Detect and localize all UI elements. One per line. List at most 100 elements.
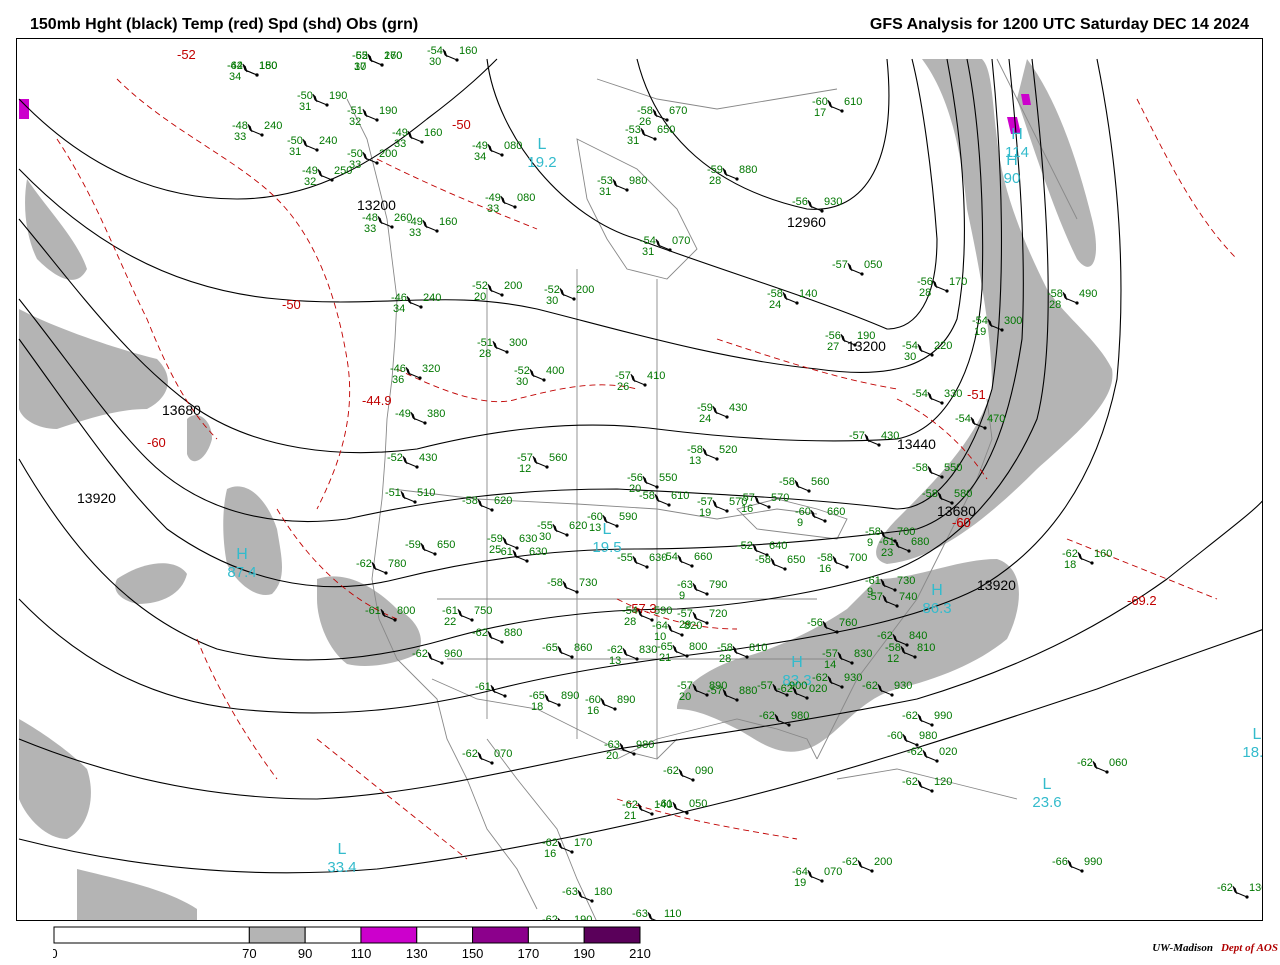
height-label: 13920: [977, 577, 1016, 593]
wind-barb: [647, 911, 657, 920]
obs-temperature: -62: [462, 748, 478, 760]
legend-bin: [472, 926, 529, 944]
station-observation: -49 08034: [472, 140, 522, 163]
obs-height: 980: [636, 739, 654, 751]
obs-height: 660: [827, 506, 845, 518]
wind-barb: [902, 733, 918, 746]
obs-height: 190: [574, 914, 592, 921]
wind-barb: [847, 262, 863, 275]
obs-temperature: -54: [912, 388, 928, 400]
credit-dept: Dept of AOS: [1220, 942, 1278, 954]
obs-dewpoint-depression: 28: [479, 348, 491, 360]
obs-height: 610: [671, 490, 689, 502]
legend-tick-label: 190: [573, 946, 595, 960]
station-observation: -63 98020: [604, 739, 654, 762]
height-label: 12960: [787, 214, 826, 230]
wind-barb: [917, 713, 933, 726]
wind-barb: [317, 168, 333, 181]
station-observation: -60 59013: [587, 511, 637, 534]
wind-barb: [406, 295, 422, 308]
station-observation: -54 330: [912, 388, 962, 405]
obs-dewpoint-depression: 21: [659, 652, 671, 664]
obs-temperature: -52: [737, 540, 753, 552]
obs-height: 930: [894, 680, 912, 692]
station-observation: -64 82010: [652, 620, 702, 643]
station-observation: -51 30028: [477, 337, 527, 360]
obs-height: 070: [824, 866, 842, 878]
wind-barb: [807, 869, 823, 882]
obs-height: 650: [787, 554, 805, 566]
wind-barb: [917, 779, 933, 792]
station-observation: -57 430: [849, 430, 899, 447]
station-observation: -62 83013: [607, 644, 657, 667]
station-observation: -62 200: [842, 856, 892, 873]
wind-barb: [637, 802, 653, 815]
obs-height: 510: [417, 487, 435, 499]
obs-temperature: -57: [867, 591, 883, 603]
wind-barb: [622, 647, 638, 660]
obs-height: 780: [388, 558, 406, 570]
obs-temperature: -62: [542, 914, 558, 921]
station-observation: -62 190: [542, 914, 592, 921]
station-observation: -51 19032: [347, 105, 397, 128]
obs-height: 240: [319, 135, 337, 147]
obs-height: 170: [949, 276, 967, 288]
station-observation: -46 24034: [391, 292, 441, 315]
jet-core-small: [187, 415, 212, 462]
obs-height: 670: [669, 105, 687, 117]
obs-height: 930: [844, 672, 862, 684]
temperature-label: -50: [282, 297, 301, 312]
obs-dewpoint-depression: 31: [642, 246, 654, 258]
station-observation: -49 16033: [392, 127, 442, 150]
credit-org: UW-Madison: [1152, 942, 1213, 954]
obs-temperature: -54: [955, 413, 971, 425]
obs-dewpoint-depression: 30: [546, 295, 558, 307]
wind-barb: [487, 283, 503, 296]
wind-barb: [562, 580, 578, 593]
obs-height: 160: [439, 216, 457, 228]
station-observation: -64 07019: [792, 866, 842, 889]
station-observation: -62 120: [902, 776, 952, 793]
legend-bin: [583, 926, 641, 944]
obs-height: 730: [897, 575, 915, 587]
arctic-islands: [596, 78, 838, 110]
station-observation: -56 17028: [917, 276, 967, 299]
obs-height: 620: [494, 495, 512, 507]
obs-dewpoint-depression: 36: [392, 374, 404, 386]
obs-dewpoint-depression: 13: [589, 522, 601, 534]
obs-height: 860: [574, 642, 592, 654]
obs-temperature: -65: [542, 642, 558, 654]
obs-height: 160: [459, 45, 477, 57]
obs-height: 130: [1249, 882, 1263, 894]
obs-height: 880: [504, 627, 522, 639]
obs-temperature: -62: [412, 648, 428, 660]
obs-height: 430: [729, 402, 747, 414]
station-observation: -62 960: [412, 648, 462, 665]
obs-height: 110: [664, 908, 682, 920]
wind-barb: [927, 391, 943, 404]
wind-barb: [630, 373, 646, 386]
obs-dewpoint-depression: 28: [719, 653, 731, 665]
obs-height: 330: [944, 388, 962, 400]
obs-temperature: -60: [887, 730, 903, 742]
legend-bin: [304, 926, 362, 944]
speed-extremum-letter: L: [1253, 726, 1262, 743]
obs-height: 490: [1079, 288, 1097, 300]
station-observation: -59 43024: [697, 402, 747, 425]
station-observation: -54 16030: [427, 45, 477, 68]
station-observation: -51 510: [385, 487, 435, 504]
temperature-label: -44.9: [362, 393, 392, 408]
speed-extremum-value: 86.3: [922, 600, 951, 617]
cuba: [836, 768, 1018, 800]
wind-barb: [302, 138, 318, 151]
station-observation: -58 70016: [817, 552, 867, 575]
obs-temperature: -62: [902, 710, 918, 722]
obs-height: 560: [811, 476, 829, 488]
station-observation: -65 860: [542, 642, 592, 659]
wind-barb: [672, 644, 688, 657]
obs-height: 250: [334, 165, 352, 177]
station-observation: -50 19031: [297, 90, 347, 113]
wind-barb: [242, 63, 258, 76]
wind-barb: [362, 108, 378, 121]
obs-height: 580: [954, 488, 972, 500]
